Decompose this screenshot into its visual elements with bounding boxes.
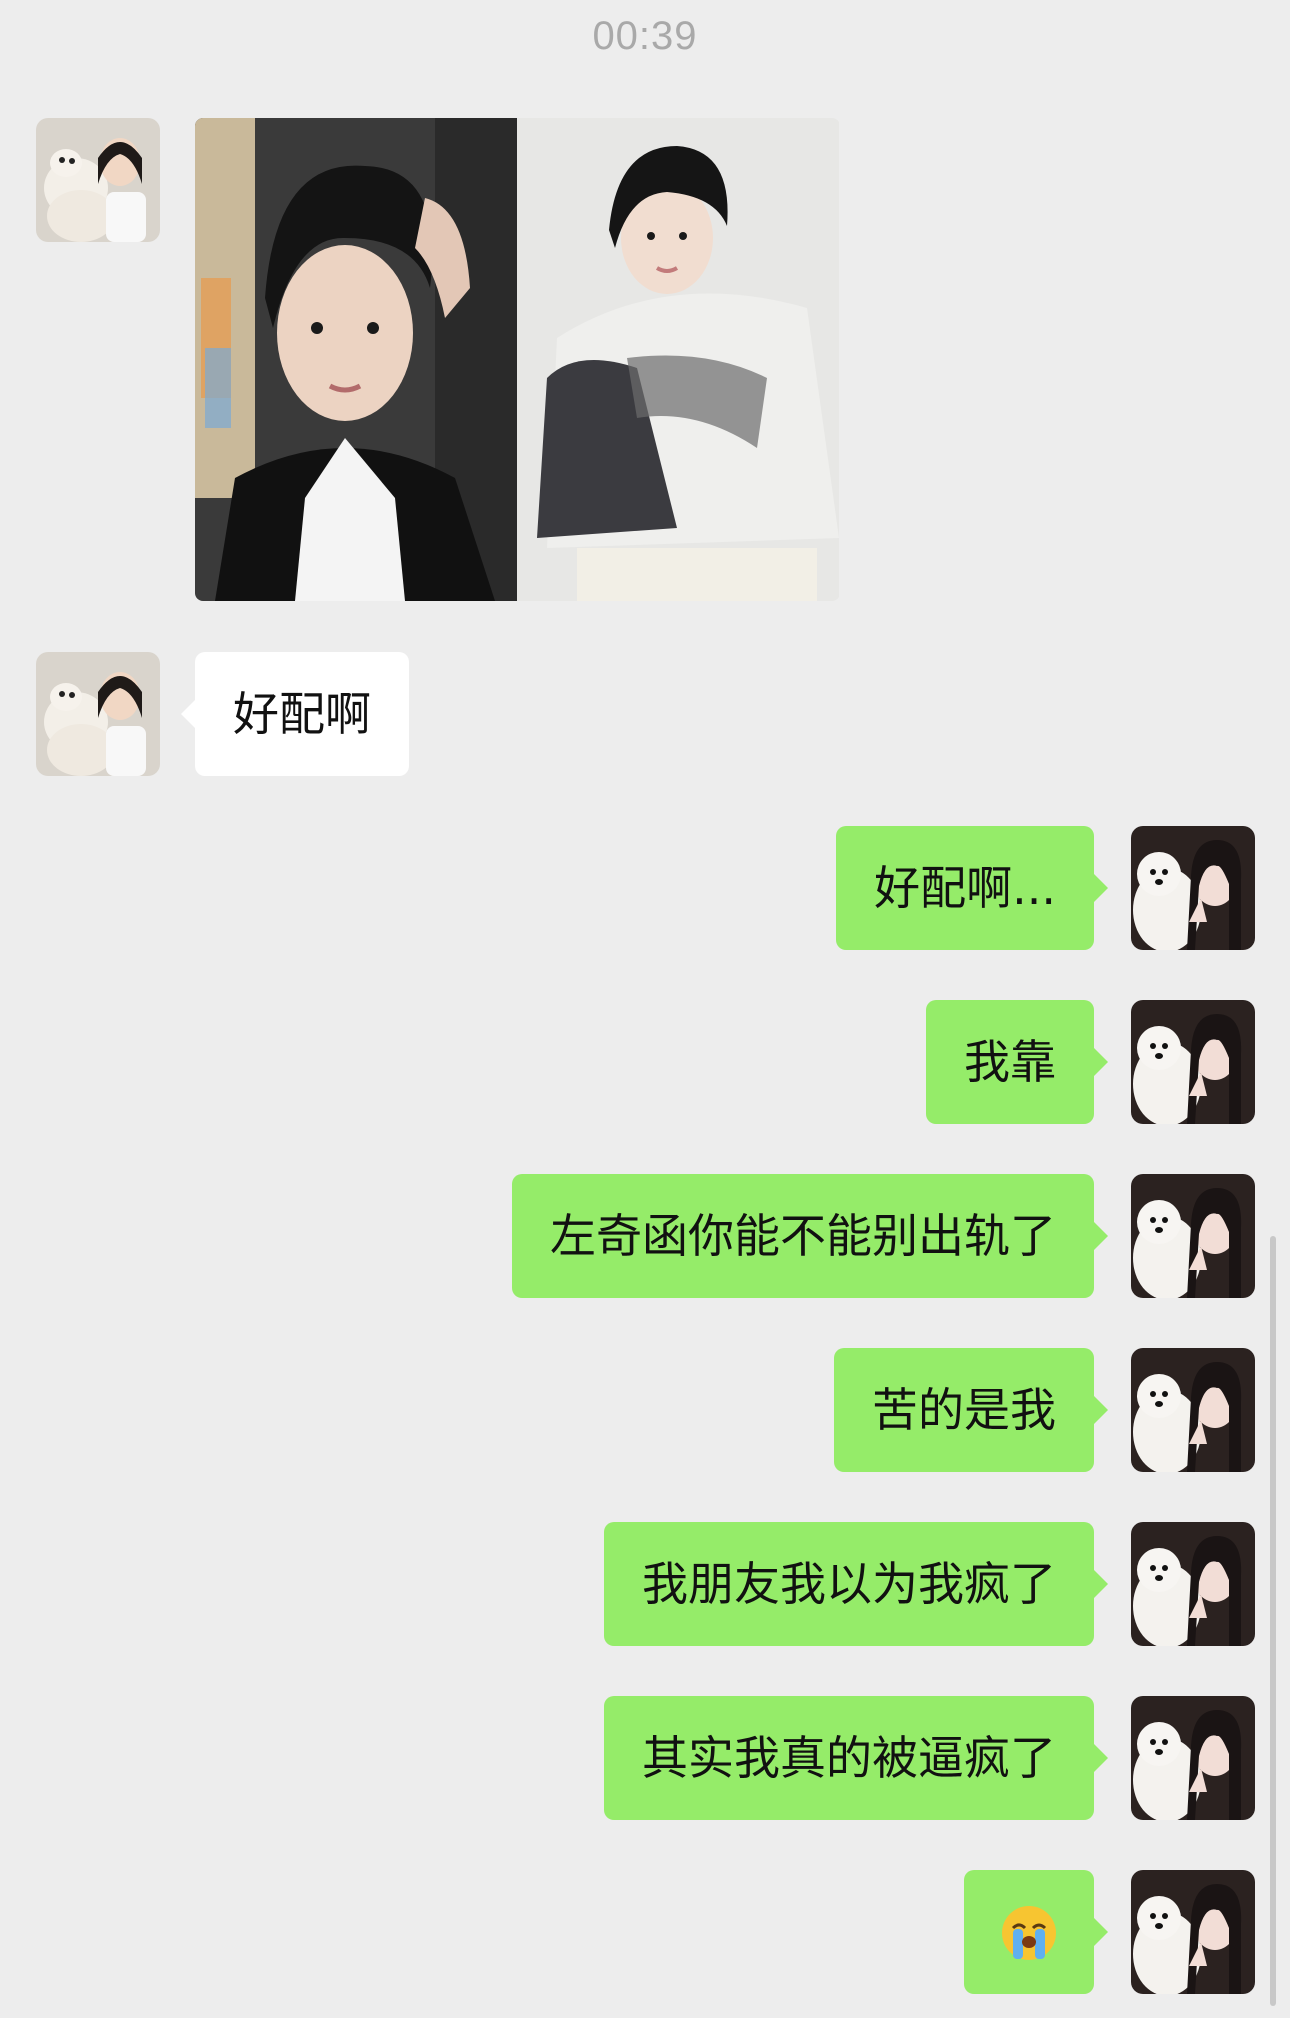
- contact-avatar-image: [36, 652, 160, 776]
- outgoing-message[interactable]: 我靠: [926, 1000, 1108, 1124]
- loudly-crying-face-icon: [1002, 1905, 1056, 1960]
- my-avatar-image: [1131, 1348, 1255, 1472]
- outgoing-message[interactable]: 左奇函你能不能别出轨了: [512, 1174, 1108, 1298]
- photo-right: [517, 118, 839, 601]
- incoming-message[interactable]: 好配啊: [181, 652, 409, 776]
- my-avatar[interactable]: [1131, 1696, 1255, 1820]
- my-avatar[interactable]: [1131, 1348, 1255, 1472]
- outgoing-message[interactable]: 其实我真的被逼疯了: [604, 1696, 1108, 1820]
- outgoing-message[interactable]: 苦的是我: [834, 1348, 1108, 1472]
- outgoing-emoji-message[interactable]: [964, 1870, 1108, 1994]
- my-avatar-image: [1131, 1522, 1255, 1646]
- my-avatar-image: [1131, 1870, 1255, 1994]
- my-avatar-image: [1131, 826, 1255, 950]
- chat-timestamp: 00:39: [592, 14, 698, 58]
- outgoing-message[interactable]: 我朋友我以为我疯了: [604, 1522, 1108, 1646]
- photo-left: [195, 118, 517, 601]
- my-avatar[interactable]: [1131, 1870, 1255, 1994]
- contact-avatar-image: [36, 118, 160, 242]
- my-avatar[interactable]: [1131, 1174, 1255, 1298]
- my-avatar[interactable]: [1131, 826, 1255, 950]
- contact-avatar[interactable]: [36, 652, 160, 776]
- my-avatar[interactable]: [1131, 1522, 1255, 1646]
- my-avatar-image: [1131, 1174, 1255, 1298]
- my-avatar-image: [1131, 1000, 1255, 1124]
- my-avatar[interactable]: [1131, 1000, 1255, 1124]
- outgoing-message[interactable]: 好配啊...: [836, 826, 1108, 950]
- photo-message[interactable]: [195, 118, 840, 601]
- my-avatar-image: [1131, 1696, 1255, 1820]
- chat-scrollbar[interactable]: [1270, 1236, 1276, 2006]
- contact-avatar[interactable]: [36, 118, 160, 242]
